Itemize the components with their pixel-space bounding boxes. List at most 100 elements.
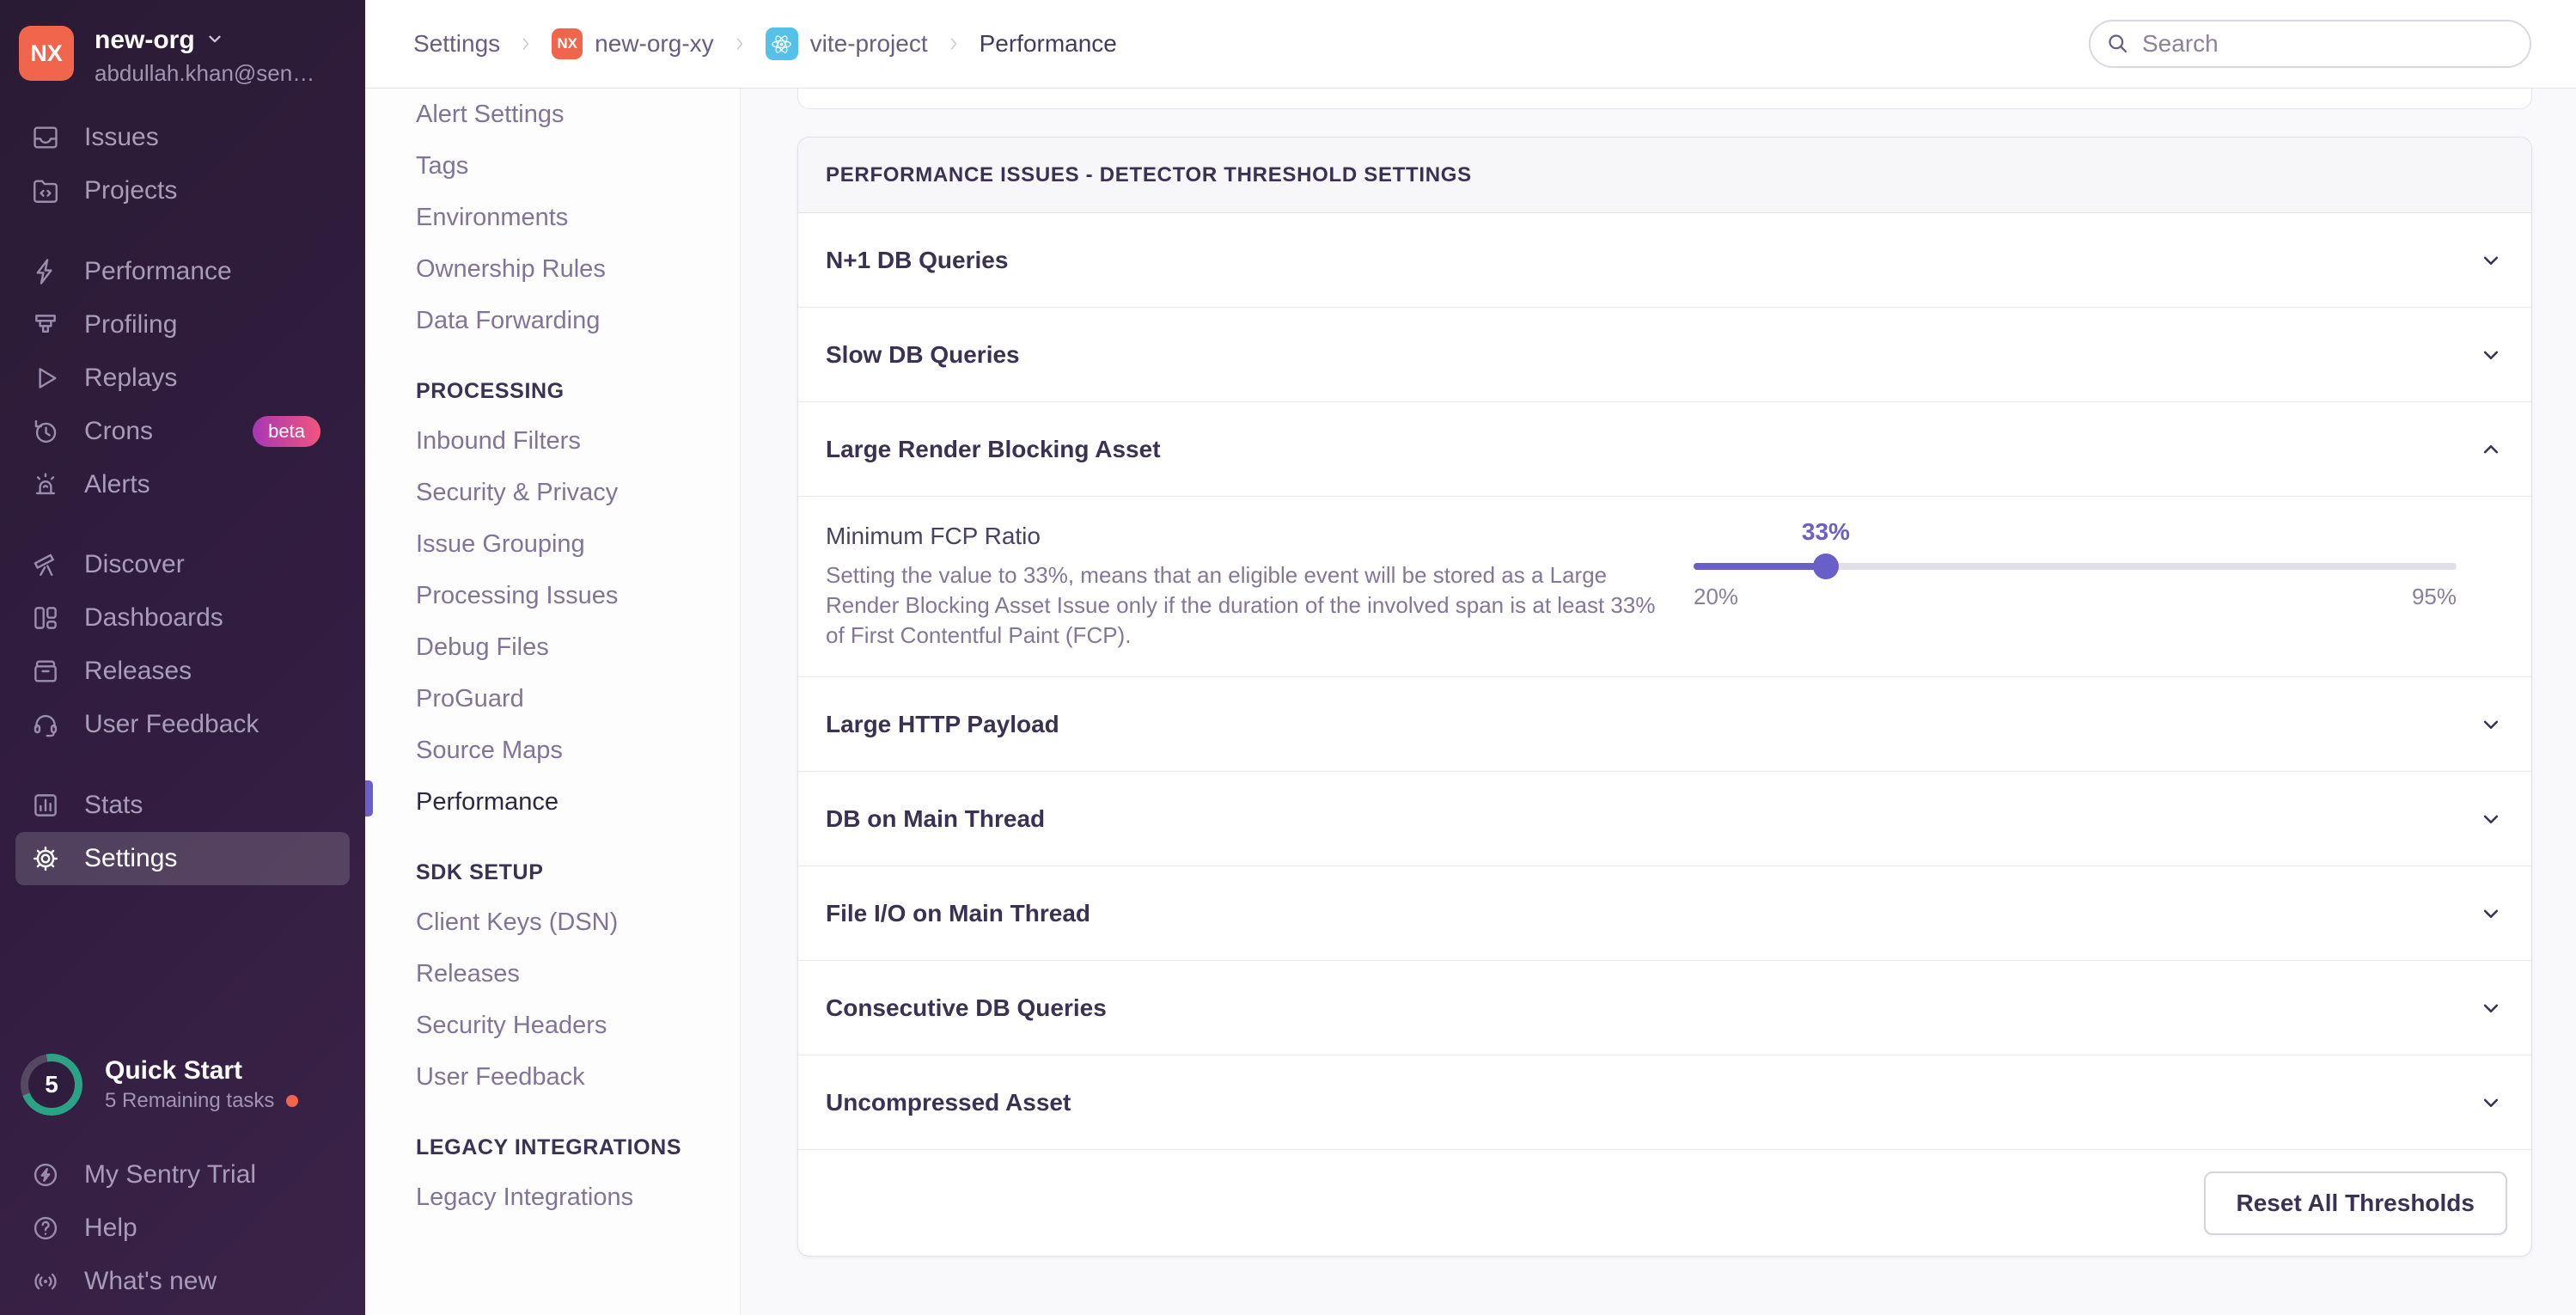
subnav-item-proguard[interactable]: ProGuard — [365, 673, 740, 725]
sidebar-item-label: Stats — [84, 791, 143, 819]
performance-icon — [31, 257, 60, 286]
breadcrumb-project[interactable]: vite-project — [765, 28, 928, 60]
sidebar-group-admin: Stats Settings — [0, 779, 365, 885]
quick-start-progress-ring: 5 — [21, 1054, 82, 1116]
accordion-row-uncompressed-asset[interactable]: Uncompressed Asset — [798, 1055, 2531, 1150]
gear-icon — [31, 844, 60, 873]
sidebar-item-replays[interactable]: Replays — [0, 352, 365, 405]
subnav-item-alert-settings[interactable]: Alert Settings — [365, 89, 740, 140]
subnav-item-inbound-filters[interactable]: Inbound Filters — [365, 415, 740, 467]
search-input[interactable] — [2089, 20, 2531, 68]
chevron-up-icon — [2478, 437, 2504, 462]
sidebar-item-stats[interactable]: Stats — [0, 779, 365, 832]
subnav-item-processing-issues[interactable]: Processing Issues — [365, 570, 740, 621]
subnav-item-legacy-integrations[interactable]: Legacy Integrations — [365, 1171, 740, 1223]
chevron-down-icon — [2478, 995, 2504, 1021]
subnav-item-user-feedback[interactable]: User Feedback — [365, 1051, 740, 1103]
accordion-row-file-io-on-main-thread[interactable]: File I/O on Main Thread — [798, 866, 2531, 961]
dashboards-icon — [31, 603, 60, 633]
sidebar-item-crons[interactable]: Crons beta — [0, 405, 365, 458]
sidebar-item-label: What's new — [84, 1267, 217, 1295]
sidebar-item-performance[interactable]: Performance — [0, 245, 365, 298]
accordion-row-large-render-blocking-asset[interactable]: Large Render Blocking Asset — [798, 402, 2531, 497]
chevron-down-icon — [2478, 1090, 2504, 1116]
accordion-row-slow-db-queries[interactable]: Slow DB Queries — [798, 308, 2531, 402]
quick-start-count: 5 — [45, 1071, 58, 1098]
subnav-item-client-keys[interactable]: Client Keys (DSN) — [365, 896, 740, 948]
subnav-item-source-maps[interactable]: Source Maps — [365, 725, 740, 776]
accordion-row-label: Large Render Blocking Asset — [826, 435, 1161, 462]
quick-start[interactable]: 5 Quick Start 5 Remaining tasks — [0, 1054, 365, 1116]
sidebar-item-label: Settings — [84, 844, 178, 872]
org-name: new-org — [95, 26, 195, 54]
subnav-item-performance[interactable]: Performance — [365, 776, 740, 828]
sidebar-item-label: Crons — [84, 417, 154, 445]
breadcrumb-org[interactable]: NX new-org-xy — [552, 28, 714, 59]
org-switcher[interactable]: NX new-org abdullah.khan@sen… — [0, 0, 365, 87]
sidebar-item-releases[interactable]: Releases — [0, 645, 365, 698]
org-badge: NX — [552, 28, 583, 59]
org-avatar: NX — [19, 26, 74, 81]
alerts-icon — [31, 470, 60, 499]
sidebar-group-observe: Performance Profiling Replays Crons beta… — [0, 245, 365, 511]
chevron-down-icon — [205, 29, 224, 52]
profiling-icon — [31, 310, 60, 339]
chevron-right-icon — [517, 35, 534, 52]
sidebar-item-user-feedback[interactable]: User Feedback — [0, 698, 365, 751]
sidebar-item-whats-new[interactable]: What's new — [0, 1255, 365, 1308]
detector-threshold-panel: PERFORMANCE ISSUES - DETECTOR THRESHOLD … — [797, 137, 2532, 1257]
panel-title: PERFORMANCE ISSUES - DETECTOR THRESHOLD … — [798, 138, 2531, 213]
sidebar-item-help[interactable]: Help — [0, 1202, 365, 1255]
sidebar-item-profiling[interactable]: Profiling — [0, 298, 365, 352]
subnav-header-processing: PROCESSING — [416, 378, 565, 403]
sidebar-item-label: Discover — [84, 550, 185, 578]
stats-icon — [31, 791, 60, 820]
react-icon — [765, 28, 798, 60]
quick-start-subtitle: 5 Remaining tasks — [105, 1089, 275, 1112]
subnav-item-environments[interactable]: Environments — [365, 192, 740, 243]
breadcrumb-settings[interactable]: Settings — [413, 30, 500, 58]
projects-icon — [31, 176, 60, 205]
reset-all-thresholds-button[interactable]: Reset All Thresholds — [2203, 1171, 2507, 1235]
replays-icon — [31, 364, 60, 393]
subnav-item-releases[interactable]: Releases — [365, 948, 740, 1000]
top-header: Settings NX new-org-xy vite-project Perf… — [365, 0, 2576, 89]
breadcrumb-performance[interactable]: Performance — [980, 30, 1117, 58]
sidebar-item-issues[interactable]: Issues — [0, 111, 365, 164]
accordion-row-consecutive-db-queries[interactable]: Consecutive DB Queries — [798, 961, 2531, 1055]
subnav-item-security-headers[interactable]: Security Headers — [365, 1000, 740, 1051]
slider-thumb[interactable] — [1812, 554, 1839, 579]
broadcast-icon — [31, 1267, 60, 1296]
slider-track[interactable]: 33% — [1694, 518, 2457, 579]
sidebar-item-label: Help — [84, 1214, 137, 1242]
slider-min-label: 20% — [1694, 584, 1739, 609]
previous-panel-bottom — [797, 89, 2532, 109]
fcp-ratio-slider: 33% 20% 95% — [1694, 518, 2457, 610]
accordion-row-large-http-payload[interactable]: Large HTTP Payload — [798, 677, 2531, 772]
subnav-item-data-forwarding[interactable]: Data Forwarding — [365, 295, 740, 346]
accordion-row-db-on-main-thread[interactable]: DB on Main Thread — [798, 772, 2531, 866]
sidebar-item-settings[interactable]: Settings — [15, 832, 350, 885]
active-nav-indicator — [365, 780, 373, 817]
sidebar-item-my-sentry-trial[interactable]: My Sentry Trial — [0, 1148, 365, 1202]
subnav-item-ownership-rules[interactable]: Ownership Rules — [365, 243, 740, 295]
accordion-row-label: Large HTTP Payload — [826, 710, 1059, 737]
sidebar-item-discover[interactable]: Discover — [0, 538, 365, 591]
sidebar-item-dashboards[interactable]: Dashboards — [0, 591, 365, 645]
subnav-item-tags[interactable]: Tags — [365, 140, 740, 192]
settings-subnav: Alert Settings Tags Environments Ownersh… — [365, 89, 741, 1315]
accordion-row-label: Consecutive DB Queries — [826, 994, 1107, 1021]
breadcrumb-org-label: new-org-xy — [595, 30, 714, 57]
subnav-item-security-privacy[interactable]: Security & Privacy — [365, 467, 740, 518]
sidebar-item-projects[interactable]: Projects — [0, 164, 365, 217]
help-icon — [31, 1214, 60, 1243]
sidebar-item-label: Replays — [84, 364, 178, 392]
sidebar-item-alerts[interactable]: Alerts — [0, 458, 365, 511]
accordion-row-n-plus-one-db-queries[interactable]: N+1 DB Queries — [798, 213, 2531, 308]
subnav-header-legacy-integrations: LEGACY INTEGRATIONS — [416, 1135, 682, 1159]
subnav-item-debug-files[interactable]: Debug Files — [365, 621, 740, 673]
app-root: NX new-org abdullah.khan@sen… Issues Pro… — [0, 0, 2576, 1315]
subnav-item-issue-grouping[interactable]: Issue Grouping — [365, 518, 740, 570]
discover-icon — [31, 550, 60, 579]
threshold-detail: Minimum FCP Ratio Setting the value to 3… — [798, 497, 2531, 677]
